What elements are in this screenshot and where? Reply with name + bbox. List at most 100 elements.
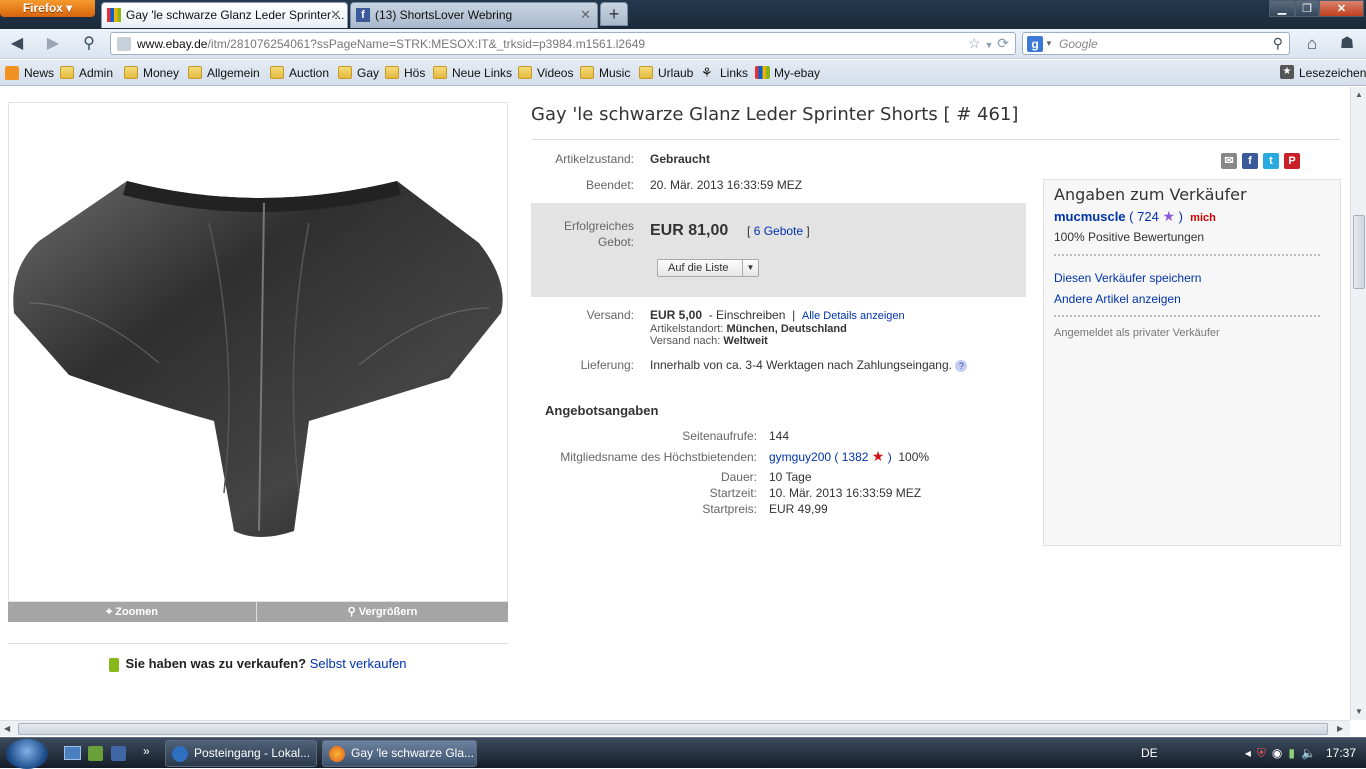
help-icon[interactable]: ? <box>955 360 968 372</box>
taskbar-item-thunderbird[interactable]: Posteingang - Lokal... <box>165 740 317 767</box>
explorer-icon[interactable] <box>88 746 103 761</box>
addon-icon[interactable]: ☗ <box>1336 34 1358 54</box>
vertical-scrollbar[interactable]: ▲ ▼ <box>1350 87 1366 720</box>
product-image[interactable] <box>8 102 508 602</box>
reload-icon[interactable]: ⟳ <box>997 35 1009 51</box>
tab-close-icon[interactable]: ✕ <box>580 3 591 27</box>
bookmark-videos[interactable]: Videos <box>518 65 573 81</box>
home-icon[interactable]: ⌂ <box>1301 34 1323 54</box>
forward-icon[interactable]: ▶ <box>42 34 64 54</box>
watch-list-button[interactable]: Auf die Liste ▼ <box>657 259 759 277</box>
bookmark-admin[interactable]: Admin <box>60 65 113 81</box>
google-icon[interactable]: g <box>1027 36 1043 52</box>
tab-ebay[interactable]: Gay 'le schwarze Glanz Leder Sprinter ..… <box>101 2 348 28</box>
pinterest-share-icon[interactable]: P <box>1284 153 1300 169</box>
seller-score[interactable]: 724 <box>1137 209 1159 224</box>
bookmarks-menu[interactable]: ★ Lesezeichen <box>1280 65 1366 81</box>
show-desktop-icon[interactable] <box>64 746 81 760</box>
bookmark-urlaub[interactable]: Urlaub <box>639 65 693 81</box>
zoom-button[interactable]: ⌖ Zoomen <box>8 602 257 622</box>
location-label: Artikelstandort: <box>650 323 724 335</box>
facebook-share-icon[interactable]: f <box>1242 153 1258 169</box>
bookmark-gay[interactable]: Gay <box>338 65 379 81</box>
close-window-button[interactable]: ✕ <box>1319 0 1364 17</box>
bookmark-news[interactable]: News <box>5 65 54 81</box>
taskbar-item-label: Gay 'le schwarze Gla... <box>351 746 474 760</box>
horizontal-scrollbar[interactable]: ◀ ▶ <box>0 720 1350 736</box>
bookmark-auction[interactable]: Auction <box>270 65 329 81</box>
system-tray: ◂ ⛨ ◉ ▮ 🔈 17:37 <box>1245 746 1356 761</box>
enlarge-label: Vergrößern <box>358 606 418 618</box>
bookmark-label: Urlaub <box>658 66 694 80</box>
start-time-label: Startzeit: <box>709 486 757 500</box>
firefox-icon <box>329 746 345 762</box>
scroll-right-icon[interactable]: ▶ <box>1337 724 1343 733</box>
tray-app-icon[interactable]: ◉ <box>1272 746 1282 760</box>
enlarge-button[interactable]: ⚲ Vergrößern <box>258 602 507 622</box>
other-items-link[interactable]: Andere Artikel anzeigen <box>1054 292 1181 306</box>
scroll-down-icon[interactable]: ▼ <box>1355 707 1363 716</box>
bookmark-label: Money <box>143 66 180 80</box>
tab-shortslover[interactable]: f (13) ShortsLover Webring ✕ <box>350 2 598 28</box>
seller-name-link[interactable]: mucmuscle <box>1054 209 1126 224</box>
quicklaunch-icon[interactable] <box>111 746 126 761</box>
identity-icon[interactable]: ⚲ <box>78 34 100 54</box>
bookmark-neue-links[interactable]: Neue Links <box>433 65 512 81</box>
language-indicator[interactable]: DE <box>1141 746 1158 760</box>
ended-value: 20. Mär. 2013 16:33:59 MEZ <box>650 178 803 192</box>
shipping-details-link[interactable]: Alle Details anzeigen <box>802 310 905 322</box>
tray-expand-icon[interactable]: ◂ <box>1245 746 1251 760</box>
scroll-up-icon[interactable]: ▲ <box>1355 90 1363 99</box>
email-share-icon[interactable]: ✉ <box>1221 153 1237 169</box>
views-label: Seitenaufrufe: <box>682 429 757 443</box>
vertical-scroll-thumb[interactable] <box>1353 215 1365 289</box>
save-seller-link[interactable]: Diesen Verkäufer speichern <box>1054 271 1201 285</box>
tray-volume-icon[interactable]: 🔈 <box>1301 746 1316 760</box>
high-bidder-score[interactable]: 1382 <box>842 450 869 464</box>
bookmark-money[interactable]: Money <box>124 65 179 81</box>
more-chevron-icon[interactable]: » <box>143 744 150 758</box>
bookmark-label: Videos <box>537 66 574 80</box>
bids-close-bracket: ] <box>806 224 810 238</box>
tray-security-icon[interactable]: ⛨ <box>1257 746 1266 760</box>
search-engine-dropdown-icon[interactable]: ▼ <box>1045 39 1053 48</box>
back-icon[interactable]: ◀ <box>6 34 28 54</box>
bookmark-my-ebay[interactable]: My-ebay <box>755 65 820 81</box>
taskbar: » Posteingang - Lokal... Gay 'le schwarz… <box>0 737 1366 769</box>
clock[interactable]: 17:37 <box>1326 746 1356 760</box>
folder-icon <box>385 66 399 79</box>
bookmark-star-icon[interactable]: ☆ <box>968 35 981 51</box>
bids-link[interactable]: 6 Gebote <box>754 224 803 238</box>
me-badge: mich <box>1190 212 1216 224</box>
firefox-menu-button[interactable]: Firefox ▾ <box>0 0 95 17</box>
taskbar-item-firefox[interactable]: Gay 'le schwarze Gla... <box>322 740 477 767</box>
minimize-button[interactable]: ▁ <box>1269 0 1295 17</box>
maximize-button[interactable]: ❐ <box>1295 0 1319 17</box>
start-button[interactable] <box>6 739 48 769</box>
dropdown-arrow-icon[interactable]: ▼ <box>742 260 758 276</box>
title-bar: Firefox ▾ Gay 'le schwarze Glanz Leder S… <box>0 0 1366 29</box>
bookmark-label: Links <box>720 66 749 80</box>
bookmark-allgemein[interactable]: Allgemein <box>188 65 260 81</box>
divider <box>1054 315 1320 317</box>
horizontal-scroll-thumb[interactable] <box>18 723 1328 735</box>
delivery-label: Lieferung: <box>580 358 634 372</box>
duration-label: Dauer: <box>720 470 757 484</box>
tray-network-icon[interactable]: ▮ <box>1288 746 1295 760</box>
condition-value: Gebraucht <box>650 152 711 166</box>
search-icon[interactable]: ⚲ <box>1273 35 1283 52</box>
search-bar[interactable]: g ▼ Google ⚲ <box>1022 32 1290 55</box>
url-bar[interactable]: www.ebay.de/itm/281076254061?ssPageName=… <box>110 32 1016 55</box>
twitter-share-icon[interactable]: t <box>1263 153 1279 169</box>
new-tab-button[interactable]: + <box>600 2 628 26</box>
offer-heading: Angebotsangaben <box>545 403 659 418</box>
tab-close-icon[interactable]: ✕ <box>330 3 341 27</box>
high-bidder-link[interactable]: gymguy200 <box>769 450 831 464</box>
bookmark-hoes[interactable]: Hös <box>385 65 425 81</box>
bookmark-links[interactable]: ⚘ Links <box>701 65 748 81</box>
dropdown-icon[interactable]: ▼ <box>984 40 993 50</box>
sell-link[interactable]: Selbst verkaufen <box>310 656 407 671</box>
bookmark-music[interactable]: Music <box>580 65 630 81</box>
scroll-left-icon[interactable]: ◀ <box>4 724 10 733</box>
url-text: www.ebay.de/itm/281076254061?ssPageName=… <box>137 37 645 51</box>
